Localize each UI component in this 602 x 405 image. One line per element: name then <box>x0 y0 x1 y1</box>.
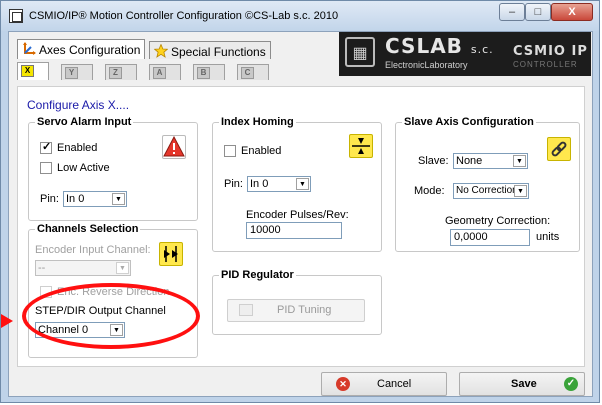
tab-axes-label: Axes Configuration <box>39 43 141 57</box>
chevron-down-icon: ▼ <box>513 155 526 167</box>
slave-axis-group: Slave Axis Configuration Slave: None ▼ M… <box>395 116 580 252</box>
cancel-button[interactable]: ✕ Cancel <box>321 372 447 396</box>
save-label: Save <box>511 378 537 390</box>
alarm-warning-icon[interactable] <box>162 135 186 159</box>
pid-tuning-label: PID Tuning <box>277 304 332 316</box>
mode-select[interactable]: No Correction ▼ <box>453 183 529 199</box>
window-title: CSMIO/IP® Motion Controller Configuratio… <box>29 10 339 22</box>
servo-enabled-checkbox[interactable] <box>40 140 52 154</box>
axes-icon <box>22 42 36 56</box>
low-active-label: Low Active <box>57 162 110 174</box>
chevron-down-icon: ▼ <box>116 262 129 274</box>
logo-product-sub: CONTROLLER <box>513 60 578 69</box>
page-caption: Configure Axis X.... <box>27 98 130 112</box>
homing-enabled-checkbox[interactable] <box>224 145 236 157</box>
pid-tuning-button[interactable]: PID Tuning <box>227 299 365 322</box>
footer-bar: ✕ Cancel Save ✓ <box>9 372 592 396</box>
index-homing-group: Index Homing Enabled Pin: In 0 ▼ Encoder… <box>212 116 382 252</box>
highlight-arrow-icon <box>1 314 13 328</box>
encoder-channel-select[interactable]: -- ▼ <box>35 260 131 276</box>
mode-label: Mode: <box>414 185 445 197</box>
chevron-down-icon: ▼ <box>112 193 125 205</box>
servo-enabled-label: Enabled <box>57 142 98 154</box>
cslab-logo: ▦ CSLAB s.c. ElectronicLaboratory CSMIO … <box>339 32 591 76</box>
geometry-label: Geometry Correction: <box>445 215 551 227</box>
chip-icon: ▦ <box>345 37 375 67</box>
logo-product: CSMIO IP <box>513 44 588 59</box>
logo-brand: CSLAB s.c. <box>385 34 494 58</box>
servo-pin-select[interactable]: In 0 ▼ <box>63 191 127 207</box>
axis-tab-b[interactable]: B <box>193 64 225 80</box>
cancel-label: Cancel <box>377 378 412 390</box>
axis-tab-x[interactable]: X <box>17 62 49 80</box>
homing-icon[interactable] <box>349 134 373 158</box>
app-window: CSMIO/IP® Motion Controller Configuratio… <box>0 0 600 403</box>
servo-alarm-title: Servo Alarm Input <box>35 116 134 128</box>
servo-pin-label: Pin: <box>40 193 59 205</box>
save-button[interactable]: Save ✓ <box>459 372 585 396</box>
axis-tab-y[interactable]: Y <box>61 64 93 80</box>
minimize-button[interactable]: – <box>499 3 525 21</box>
tab-axes-configuration[interactable]: Axes Configuration <box>17 39 146 59</box>
axis-tab-z[interactable]: Z <box>105 64 137 80</box>
servo-alarm-group: Servo Alarm Input Enabled Low Active Pin… <box>28 116 198 221</box>
slave-select[interactable]: None ▼ <box>453 153 528 169</box>
maximize-button[interactable]: □ <box>525 3 551 21</box>
pulses-input[interactable]: 10000 <box>246 222 342 239</box>
homing-pin-select[interactable]: In 0 ▼ <box>247 176 311 192</box>
star-icon <box>153 43 169 58</box>
pid-regulator-group: PID Regulator PID Tuning <box>212 269 382 335</box>
slave-axis-title: Slave Axis Configuration <box>402 116 536 128</box>
low-active-checkbox[interactable] <box>40 162 52 174</box>
close-button[interactable]: X <box>551 3 593 21</box>
channels-title: Channels Selection <box>35 223 141 235</box>
axis-tab-c[interactable]: C <box>237 64 269 80</box>
homing-enabled-label: Enabled <box>241 145 282 157</box>
save-check-icon: ✓ <box>564 377 578 391</box>
link-icon[interactable] <box>547 137 571 161</box>
chevron-down-icon: ▼ <box>296 178 309 190</box>
channels-icon[interactable] <box>159 242 183 266</box>
slave-label: Slave: <box>418 155 449 167</box>
homing-pin-label: Pin: <box>224 178 243 190</box>
highlight-circle <box>22 283 200 349</box>
app-icon <box>9 9 23 23</box>
chevron-down-icon: ▼ <box>514 185 527 197</box>
axis-tab-a[interactable]: A <box>149 64 181 80</box>
cancel-icon: ✕ <box>336 377 350 391</box>
units-label: units <box>536 231 560 243</box>
title-bar[interactable]: CSMIO/IP® Motion Controller Configuratio… <box>1 1 599 31</box>
pulses-label: Encoder Pulses/Rev: <box>246 209 349 221</box>
geometry-input[interactable]: 0,0000 <box>450 229 530 246</box>
pid-regulator-title: PID Regulator <box>219 269 296 281</box>
tab-special-functions[interactable]: Special Functions <box>149 41 271 59</box>
pid-chart-icon <box>239 304 253 316</box>
logo-subtitle: ElectronicLaboratory <box>385 60 468 70</box>
tab-special-label: Special Functions <box>171 45 266 59</box>
encoder-channel-label: Encoder Input Channel: <box>35 244 151 256</box>
index-homing-title: Index Homing <box>219 116 296 128</box>
